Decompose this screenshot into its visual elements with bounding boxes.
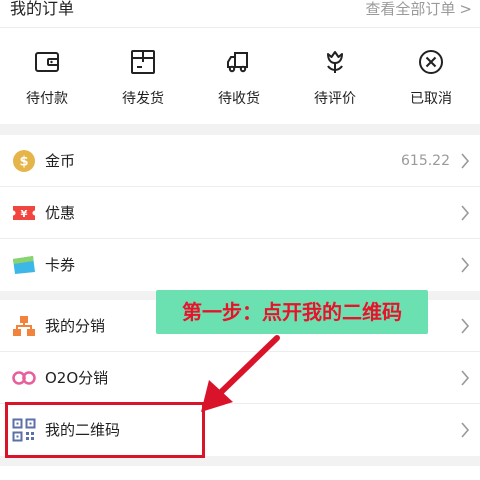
order-cancelled[interactable]: 已取消	[391, 44, 471, 114]
order-pending-receipt[interactable]: 待收货	[199, 44, 279, 114]
order-item-label: 待付款	[26, 91, 68, 107]
card-icon	[13, 256, 35, 274]
profile-page: 我的订单 查看全部订单 > 待付款 待发货 待收货 待评价 已取消 $ 金币 6…	[0, 0, 480, 480]
orders-header: 我的订单 查看全部订单 >	[0, 0, 480, 28]
svg-text:¥: ¥	[21, 209, 28, 220]
distribution-icon	[13, 316, 35, 336]
wallet-icon	[35, 52, 59, 72]
svg-text:$: $	[19, 155, 28, 170]
coin-icon: $	[13, 150, 35, 172]
flower-icon	[327, 51, 343, 73]
order-item-label: 待收货	[218, 91, 260, 107]
package-icon	[131, 50, 155, 74]
chevron-right-icon	[461, 257, 470, 273]
menu-row-cards[interactable]: 卡券	[0, 239, 480, 291]
order-pending-review[interactable]: 待评价	[295, 44, 375, 114]
order-item-label: 已取消	[410, 91, 452, 107]
menu-row-label: 卡券	[45, 256, 76, 274]
coin-balance: 615.22	[401, 153, 450, 169]
chevron-right-icon	[461, 422, 470, 438]
orders-title: 我的订单	[10, 0, 75, 18]
order-pending-payment[interactable]: 待付款	[7, 44, 87, 114]
instruction-callout: 第一步：点开我的二维码	[156, 290, 428, 334]
instruction-text: 第一步：点开我的二维码	[182, 300, 402, 324]
chevron-right-icon	[461, 318, 470, 334]
order-item-label: 待评价	[314, 91, 356, 107]
qr-code-highlight-box	[5, 402, 205, 458]
orders-section: 我的订单 查看全部订单 > 待付款 待发货 待收货 待评价 已取消	[0, 0, 480, 124]
menu-row-label: 我的分销	[45, 317, 106, 335]
menu-row-label: 金币	[45, 152, 76, 170]
view-all-orders-link[interactable]: 查看全部订单 >	[365, 0, 472, 24]
view-all-orders-label: 查看全部订单	[365, 0, 456, 18]
menu-row-label: O2O分销	[45, 369, 109, 387]
chevron-right-icon	[461, 153, 470, 169]
pointer-arrow-icon	[201, 335, 280, 412]
o2o-icon	[12, 371, 36, 385]
order-pending-shipment[interactable]: 待发货	[103, 44, 183, 114]
order-item-label: 待发货	[122, 91, 164, 107]
truck-icon	[227, 52, 248, 73]
wallet-menu-group: $ 金币 615.22 ¥ 优惠 卡券	[0, 135, 480, 291]
chevron-right-icon	[461, 370, 470, 386]
next-menu-group	[0, 466, 480, 480]
menu-row-coupons[interactable]: ¥ 优惠	[0, 187, 480, 239]
cancel-circle-icon	[419, 50, 443, 74]
menu-row-label: 优惠	[45, 204, 76, 222]
chevron-right-icon	[461, 205, 470, 221]
coupon-icon: ¥	[13, 206, 35, 220]
menu-row-coins[interactable]: $ 金币 615.22	[0, 135, 480, 187]
chevron-right-icon: >	[459, 0, 472, 18]
